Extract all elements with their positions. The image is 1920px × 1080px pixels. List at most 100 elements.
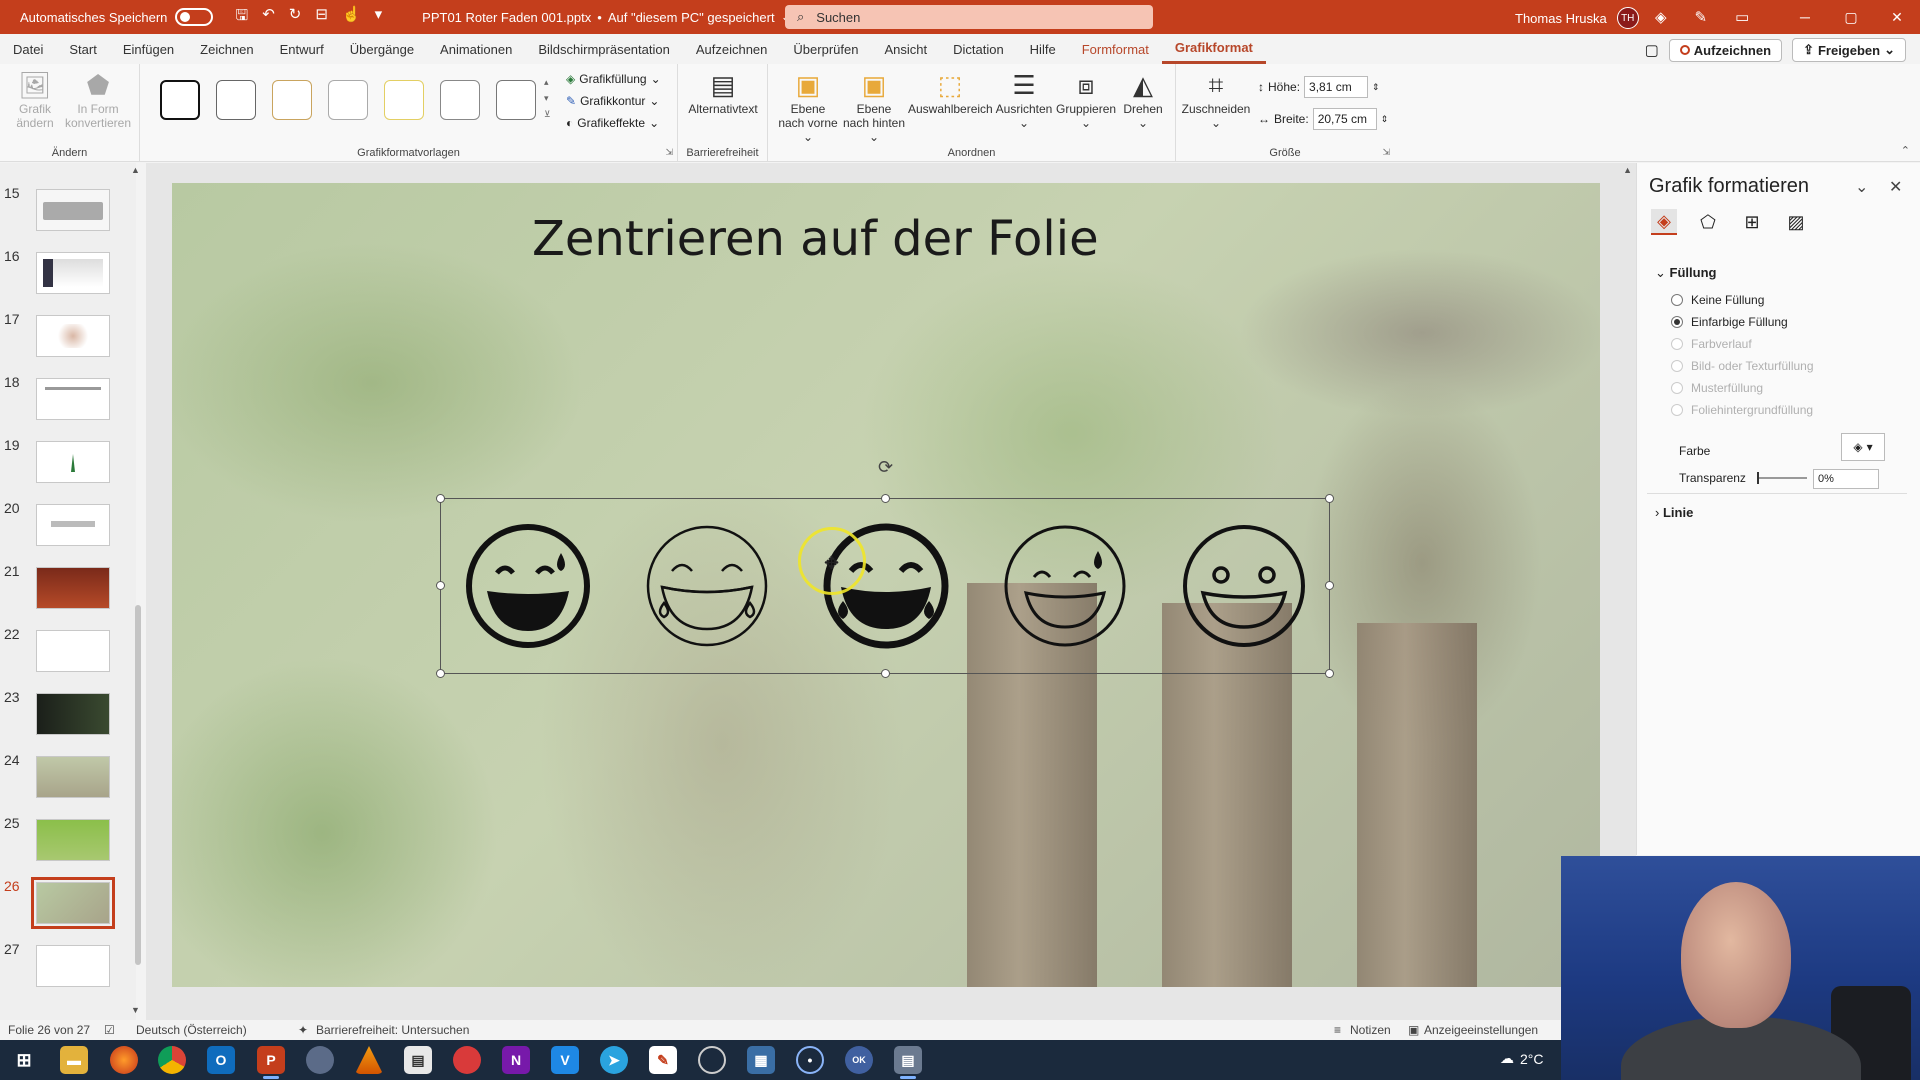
outlook-icon[interactable]: O [207, 1046, 235, 1074]
smiling-face-icon[interactable] [1181, 523, 1307, 649]
collapse-ribbon-icon[interactable]: ⌃ [1901, 144, 1910, 157]
tab-entwurf[interactable]: Entwurf [267, 34, 337, 64]
fill-option-gradient[interactable]: Farbverlauf [1671, 337, 1752, 351]
grinning-sweat-smiley-icon[interactable] [1002, 523, 1128, 649]
change-graphic-button[interactable]: 🖼 Grafik ändern [8, 70, 62, 130]
onenote-icon[interactable]: N [502, 1046, 530, 1074]
ribbon-display-icon[interactable]: ▭ [1735, 8, 1749, 26]
minimize-icon[interactable]: ─ [1782, 0, 1828, 34]
tab-aufzeichnen[interactable]: Aufzeichnen [683, 34, 781, 64]
share-button[interactable]: ⇪ Freigeben ⌄ [1792, 38, 1906, 62]
tab-start[interactable]: Start [56, 34, 109, 64]
tab-datei[interactable]: Datei [0, 34, 56, 64]
spellcheck-icon[interactable]: ☑ [104, 1023, 115, 1037]
language-status[interactable]: Deutsch (Österreich) [136, 1023, 247, 1037]
app-icon[interactable]: ▦ [747, 1046, 775, 1074]
slide-thumb-20[interactable] [36, 504, 110, 546]
fill-option-none[interactable]: Keine Füllung [1671, 293, 1764, 307]
touch-mode-icon[interactable]: ☝ [342, 5, 361, 30]
resize-handle[interactable] [436, 669, 445, 678]
crop-button[interactable]: ⌗ Zuschneiden ⌄ [1180, 70, 1252, 130]
file-explorer-icon[interactable]: ▬ [60, 1046, 88, 1074]
pen-icon[interactable]: ✎ [1695, 8, 1708, 26]
convert-to-shape-button[interactable]: ⬟ In Form konvertieren [62, 70, 134, 130]
diamond-icon[interactable]: ◈ [1655, 8, 1667, 26]
alt-text-button[interactable]: ▤ Alternativtext [686, 70, 760, 116]
style-preset-2[interactable] [216, 80, 256, 120]
fill-option-solid[interactable]: Einfarbige Füllung [1671, 315, 1788, 329]
tab-animationen[interactable]: Animationen [427, 34, 525, 64]
slide-thumb-15[interactable] [36, 189, 110, 231]
app-icon[interactable] [453, 1046, 481, 1074]
close-icon[interactable]: ✕ [1874, 0, 1920, 34]
fill-section-header[interactable]: ⌄ Füllung [1655, 265, 1716, 281]
fill-option-pattern[interactable]: Musterfüllung [1671, 381, 1763, 395]
chrome-icon[interactable] [158, 1046, 186, 1074]
resize-handle[interactable] [1325, 494, 1334, 503]
redo-icon[interactable]: ↻ [289, 5, 302, 30]
avatar[interactable]: TH [1616, 7, 1639, 29]
tab-ansicht[interactable]: Ansicht [871, 34, 940, 64]
notes-button[interactable]: Notizen [1350, 1023, 1391, 1037]
style-preset-1[interactable] [160, 80, 200, 120]
thumbnail-scrollbar[interactable]: ▲ ▼ [131, 165, 145, 1015]
slide-thumb-19[interactable] [36, 441, 110, 483]
slide-thumb-22[interactable] [36, 630, 110, 672]
tab-formformat[interactable]: Formformat [1069, 34, 1162, 64]
fill-option-picture[interactable]: Bild- oder Texturfüllung [1671, 359, 1814, 373]
send-backward-button[interactable]: ▣ Ebene nach hinten ⌄ [842, 70, 906, 144]
undo-icon[interactable]: ↶ [262, 5, 275, 30]
autosave-toggle[interactable] [175, 8, 214, 26]
customize-qat-icon[interactable]: ▾ [375, 5, 383, 30]
app-icon[interactable] [306, 1046, 334, 1074]
app-icon[interactable]: OK [845, 1046, 873, 1074]
size-properties-tab-icon[interactable]: ⊞ [1739, 209, 1765, 235]
selection-pane-button[interactable]: ⬚ Auswahlbereich [908, 70, 993, 116]
document-title[interactable]: PPT01 Roter Faden 001.pptx • Auf "diesem… [422, 9, 791, 25]
slide-thumb-21[interactable] [36, 567, 110, 609]
save-icon[interactable]: 🖫 [235, 5, 248, 30]
graphic-fill-button[interactable]: ◈ Grafikfüllung ⌄ [566, 72, 661, 86]
accessibility-status[interactable]: Barrierefreiheit: Untersuchen [316, 1023, 469, 1037]
app-icon[interactable]: ▤ [894, 1046, 922, 1079]
telegram-icon[interactable]: ➤ [600, 1046, 628, 1074]
scroll-up-icon[interactable]: ▲ [1623, 165, 1632, 175]
style-preset-6[interactable] [440, 80, 480, 120]
dialog-launcher-icon[interactable]: ⇲ [1382, 147, 1390, 158]
display-settings-button[interactable]: Anzeigeeinstellungen [1424, 1023, 1538, 1037]
scroll-thumb[interactable] [135, 605, 141, 965]
fill-line-tab-icon[interactable]: ◈ [1651, 209, 1677, 235]
tab-einfuegen[interactable]: Einfügen [110, 34, 187, 64]
slide-counter[interactable]: Folie 26 von 27 [8, 1023, 90, 1037]
style-preset-4[interactable] [328, 80, 368, 120]
style-preset-5[interactable] [384, 80, 424, 120]
presentation-icon[interactable]: ⊟ [315, 5, 328, 30]
app-icon[interactable]: • [796, 1046, 824, 1074]
resize-handle[interactable] [881, 669, 890, 678]
powerpoint-icon[interactable]: P [257, 1046, 285, 1079]
tab-zeichnen[interactable]: Zeichnen [187, 34, 266, 64]
record-button[interactable]: Aufzeichnen [1668, 38, 1783, 62]
app-icon[interactable]: ✎ [649, 1046, 677, 1074]
graphic-effects-button[interactable]: ◐ Grafikeffekte ⌄ [566, 116, 659, 130]
resize-handle[interactable] [1325, 669, 1334, 678]
width-input[interactable]: 20,75 cm [1312, 108, 1377, 130]
slide-title[interactable]: Zentrieren auf der Folie [532, 211, 1099, 267]
slide-thumb-25[interactable] [36, 819, 110, 861]
pane-options-icon[interactable]: ⌄ [1855, 177, 1868, 197]
line-section-header[interactable]: › Linie [1655, 505, 1693, 520]
rotate-handle-icon[interactable]: ⟳ [878, 457, 893, 478]
style-preset-7[interactable] [496, 80, 536, 120]
tab-hilfe[interactable]: Hilfe [1017, 34, 1069, 64]
laughing-sweat-smiley-icon[interactable] [465, 523, 591, 649]
dialog-launcher-icon[interactable]: ⇲ [665, 147, 673, 158]
slide-thumb-16[interactable] [36, 252, 110, 294]
resize-handle[interactable] [436, 581, 445, 590]
picture-tab-icon[interactable]: ▨ [1783, 209, 1809, 235]
slide-thumb-17[interactable] [36, 315, 110, 357]
app-icon[interactable]: ▤ [404, 1046, 432, 1074]
spinner-icon[interactable]: ⇕ [1381, 114, 1389, 125]
smiley-group-selection[interactable]: ⟳ [436, 457, 1334, 678]
slide-thumb-26[interactable] [31, 877, 115, 929]
maximize-icon[interactable]: ▢ [1828, 0, 1874, 34]
